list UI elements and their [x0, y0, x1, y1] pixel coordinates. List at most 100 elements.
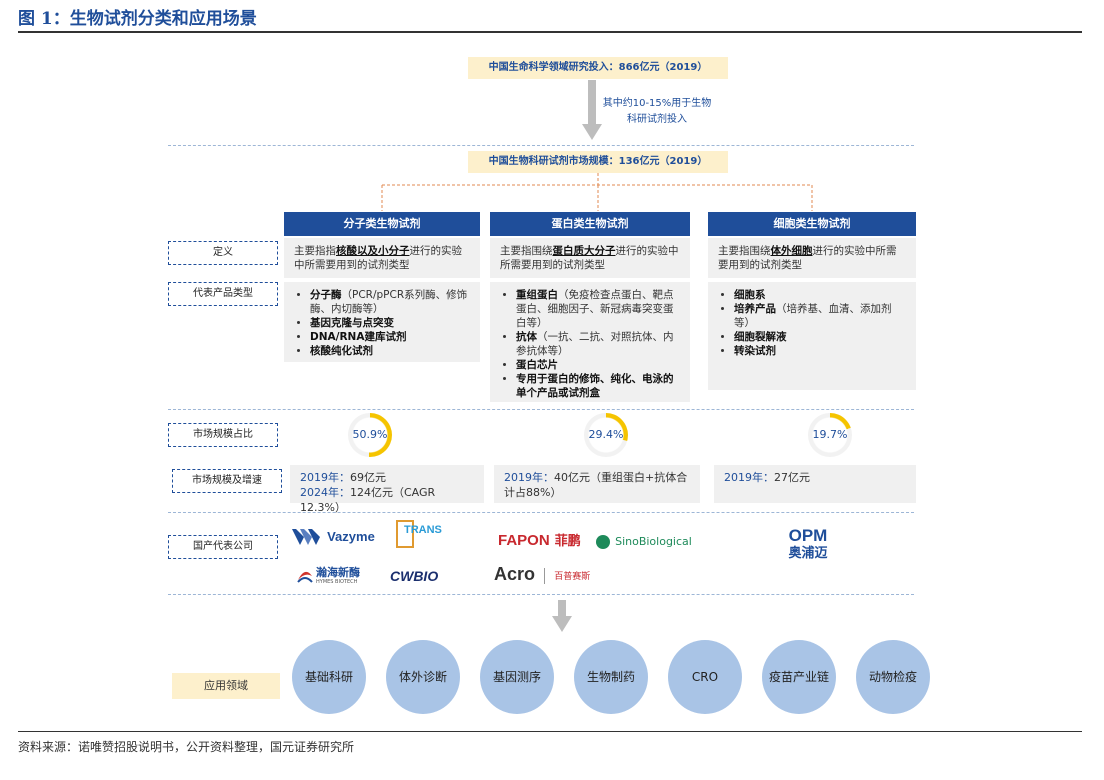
product-item: 分子酶（PCR/pPCR系列酶、修饰酶、内切酶等）: [310, 288, 470, 316]
product-name: 转染试剂: [734, 345, 776, 357]
app-label: 基础科研: [304, 670, 353, 684]
col-header-cell: 细胞类生物试剂: [708, 212, 916, 236]
product-item: 重组蛋白（免疫检查点蛋白、靶点蛋白、细胞因子、新冠病毒突变蛋白等）: [516, 288, 680, 330]
product-item: 细胞裂解液: [734, 330, 906, 344]
fapon-cn-name: 菲鹏: [554, 534, 581, 549]
opm-cn-name: 奥浦迈: [788, 546, 828, 561]
cwbio-logo: CWBIO: [390, 566, 460, 586]
def-keyword: 核酸以及小分子: [336, 245, 410, 257]
product-name: 抗体: [516, 331, 537, 343]
app-label: 动物检疫: [868, 670, 917, 684]
app-cro: CRO: [668, 640, 742, 714]
separator: [168, 145, 914, 146]
acro-logo: Acro 百普赛斯: [494, 564, 624, 588]
arrow-note-line-1: 其中约10-15%用于生物: [602, 98, 712, 109]
share-value-molecular: 50.9%: [352, 428, 388, 441]
def-text: 主要指指: [294, 245, 336, 257]
def-keyword: 蛋白质大分子: [552, 245, 616, 257]
product-name: 基因克隆与点突变: [310, 317, 394, 329]
row-label-definition: 定义: [168, 241, 278, 265]
col-header-molecular: 分子类生物试剂: [284, 212, 480, 236]
product-item: DNA/RNA建库试剂: [310, 330, 470, 344]
app-label: 生物制药: [586, 670, 635, 684]
hymes-logo: 瀚海新酶 HYMES BIOTECH: [296, 562, 368, 590]
share-value-cell: 19.7%: [812, 428, 848, 441]
product-item: 基因克隆与点突变: [310, 316, 470, 330]
bottom-rule: [18, 731, 1082, 732]
size-year: 2019年：: [300, 471, 350, 484]
product-name: 分子酶: [310, 289, 342, 301]
app-vaccine-chain: 疫苗产业链: [762, 640, 836, 714]
vazyme-name: Vazyme: [327, 529, 375, 544]
app-label: 基因测序: [492, 670, 541, 684]
hymes-mark-icon: [297, 571, 313, 583]
research-investment-box: 中国生命科学领域研究投入：866亿元（2019）: [468, 57, 728, 79]
separator: [168, 512, 914, 513]
sinobiological-logo: SinoBiological: [596, 531, 692, 551]
product-item: 核酸纯化试剂: [310, 344, 470, 358]
trans-logo: TRANS: [396, 518, 452, 550]
opm-logo: OPM 奥浦迈: [778, 526, 838, 566]
opm-name: OPM: [788, 526, 828, 545]
size-text: 69亿元: [350, 471, 386, 484]
vazyme-mark-icon: [292, 528, 320, 545]
hymes-subname: HYMES BIOTECH: [316, 579, 358, 585]
app-label: 疫苗产业链: [769, 670, 830, 684]
app-gene-sequencing: 基因测序: [480, 640, 554, 714]
trans-name: TRANS: [404, 524, 442, 536]
products-molecular: 分子酶（PCR/pPCR系列酶、修饰酶、内切酶等） 基因克隆与点突变 DNA/R…: [284, 282, 480, 362]
acro-name: Acro: [494, 564, 536, 584]
down-arrow-icon: [552, 600, 572, 632]
definition-molecular: 主要指指核酸以及小分子进行的实验中所需要用到的试剂类型: [284, 238, 480, 278]
product-item: 细胞系: [734, 288, 906, 302]
figure-title: 图 1：生物试剂分类和应用场景: [18, 9, 257, 29]
arrow-note: 其中约10-15%用于生物 科研试剂投入: [592, 96, 722, 128]
app-ivd: 体外诊断: [386, 640, 460, 714]
products-cell: 细胞系 培养产品（培养基、血清、添加剂等） 细胞裂解液 转染试剂: [708, 282, 916, 390]
product-name: DNA/RNA建库试剂: [310, 331, 407, 343]
cwbio-name: CWBIO: [390, 568, 439, 584]
col-header-protein: 蛋白类生物试剂: [490, 212, 690, 236]
app-basic-research: 基础科研: [292, 640, 366, 714]
product-name: 核酸纯化试剂: [310, 345, 373, 357]
market-size-box: 中国生物科研试剂市场规模：136亿元（2019）: [468, 151, 728, 173]
product-name: 细胞系: [734, 289, 766, 301]
size-protein: 2019年：40亿元（重组蛋白+抗体合计占88%）: [494, 465, 700, 503]
def-keyword: 体外细胞: [770, 245, 813, 257]
row-label-size: 市场规模及增速: [172, 469, 282, 493]
fapon-logo: FAPON 菲鹏: [498, 530, 588, 552]
size-year: 2019年：: [504, 471, 554, 484]
product-detail: （一抗、二抗、对照抗体、内参抗体等）: [516, 331, 674, 357]
size-text: 27亿元: [774, 471, 810, 484]
acro-divider: [544, 567, 546, 584]
size-molecular: 2019年：69亿元 2024年：124亿元（CAGR 12.3%）: [290, 465, 484, 514]
app-label: CRO: [691, 670, 719, 684]
arrow-note-line-2: 科研试剂投入: [627, 114, 687, 125]
fapon-name: FAPON: [498, 532, 550, 549]
app-label: 体外诊断: [398, 670, 447, 684]
product-item: 转染试剂: [734, 344, 906, 358]
branch-connector: [381, 173, 813, 211]
definition-protein: 主要指围绕蛋白质大分子进行的实验中所需要用到的试剂类型: [490, 238, 690, 278]
separator: [168, 594, 914, 595]
product-item: 培养产品（培养基、血清、添加剂等）: [734, 302, 906, 330]
row-label-applications: 应用领域: [172, 673, 280, 699]
def-text: 主要指围绕: [500, 245, 553, 257]
applications-row: 基础科研 体外诊断 基因测序 生物制药 CRO 疫苗产业链 动物检疫: [292, 636, 932, 720]
size-line: 2024年：124亿元（CAGR 12.3%）: [300, 485, 474, 515]
app-animal-quarantine: 动物检疫: [856, 640, 930, 714]
source-note: 资料来源：诺唯赞招股说明书，公开资料整理，国元证券研究所: [18, 740, 355, 754]
sino-mark-icon: [596, 534, 610, 549]
row-label-share: 市场规模占比: [168, 423, 278, 447]
product-name: 重组蛋白: [516, 289, 558, 301]
product-name: 蛋白芯片: [516, 359, 558, 371]
size-cell: 2019年：27亿元: [714, 465, 916, 503]
product-name: 培养产品: [734, 303, 776, 315]
product-name: 细胞裂解液: [734, 331, 787, 343]
def-text: 主要指围绕: [718, 245, 771, 257]
row-label-companies: 国产代表公司: [168, 535, 278, 559]
row-label-products: 代表产品类型: [168, 282, 278, 306]
share-value-protein: 29.4%: [588, 428, 624, 441]
size-year: 2024年：: [300, 486, 350, 499]
size-year: 2019年：: [724, 471, 774, 484]
